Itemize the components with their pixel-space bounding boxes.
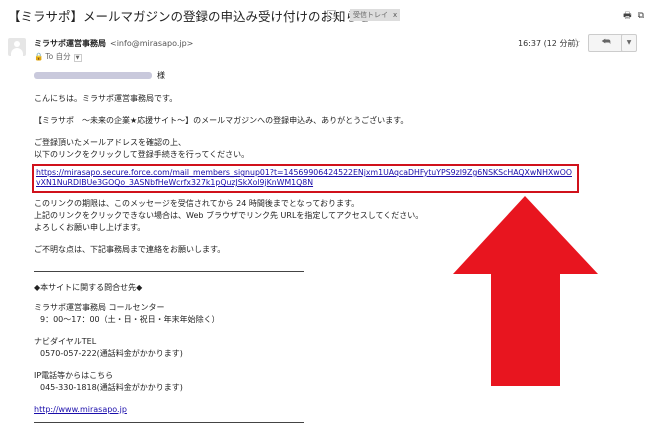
navi-dial-label: ナビダイヤルTEL [34, 337, 97, 346]
confirm-text-1: ご登録頂いたメールアドレスを確認の上、 [34, 138, 186, 147]
call-center-name: ミラサポ運営事務局 コールセンター [34, 303, 165, 312]
label-chip-text: 受信トレイ [353, 11, 388, 19]
email-subject: 【ミラサポ】メールマガジンの登録の申込み受け付けのお知らせ [8, 9, 371, 24]
to-name: 自分 [55, 52, 71, 61]
important-marker-icon[interactable] [327, 10, 336, 19]
top-toolbar: 🖶 ⧉ [617, 8, 644, 24]
recipient-line: 🔒 To 自分 ▼ [34, 51, 82, 62]
received-time: 16:37 (12 分前) [518, 39, 579, 48]
salutation-suffix: 様 [157, 71, 165, 80]
label-remove-icon[interactable]: x [393, 11, 397, 19]
thanks-text: 【ミラサポ ～未来の企業★応援サイト～】のメールマガジンへの登録申込み、ありがと… [34, 116, 409, 125]
navi-dial-number: 0570-057-222(通話料金がかかります) [40, 349, 183, 358]
site-url-link[interactable]: http://www.mirasapo.jp [34, 404, 127, 416]
expiry-text-2: 上記のリンクをクリックできない場合は、Web ブラウザでリンク先 URLを指定し… [34, 211, 424, 220]
sender-name[interactable]: ミラサポ運営事務局 [34, 39, 106, 48]
inbox-label-chip[interactable]: 受信トレイ x [350, 9, 401, 21]
reply-icon: ⮪ [601, 37, 611, 48]
print-icon[interactable]: 🖶 [623, 11, 632, 21]
sender-avatar [8, 38, 26, 56]
contact-note: ご不明な点は、下記事務局まで連絡をお願いします。 [34, 245, 226, 254]
sender-line: ミラサポ運営事務局 <info@mirasapo.jp> [34, 38, 193, 49]
greeting-text: こんにちは。ミラサポ運営事務局です。 [34, 94, 178, 103]
recipient-name-redacted [34, 72, 152, 79]
ip-phone-label: IP電話等からはこちら [34, 371, 114, 380]
reply-button[interactable]: ⮪ [588, 34, 624, 52]
lock-icon: 🔒 [34, 52, 44, 61]
call-center-hours: 9：00～17：00（土・日・祝日・年末年始除く） [40, 315, 220, 324]
arrow-shape [453, 196, 598, 386]
to-prefix: To [45, 52, 54, 61]
divider-top [34, 271, 304, 272]
avatar-head [14, 41, 20, 47]
more-caret-icon: ▼ [626, 39, 632, 46]
subject-bar: 【ミラサポ】メールマガジンの登録の申込み受け付けのお知らせ 受信トレイ x 🖶 ⧉ [0, 0, 650, 30]
signup-confirm-link[interactable]: https://mirasapo.secure.force.com/mail_m… [36, 168, 576, 188]
confirm-text-2: 以下のリンクをクリックして登録手続きを行ってください。 [34, 150, 250, 159]
details-caret-icon[interactable]: ▼ [73, 54, 82, 62]
avatar-body [11, 48, 23, 56]
expiry-text-3: よろしくお願い申し上げます。 [34, 223, 146, 232]
red-up-arrow-icon [453, 196, 598, 386]
more-actions-button[interactable]: ▼ [621, 34, 637, 52]
expiry-text-1: このリンクの期限は、このメッセージを受信されてから 24 時間後までとなっており… [34, 199, 360, 208]
inquiry-heading: ◆本サイトに関する問合せ先◆ [34, 283, 143, 292]
sender-email: <info@mirasapo.jp> [110, 39, 194, 48]
new-window-icon[interactable]: ⧉ [638, 11, 644, 21]
ip-phone-number: 045-330-1818(通話料金がかかります) [40, 383, 183, 392]
divider-bottom [34, 422, 304, 423]
star-icon[interactable]: ☆ [571, 36, 581, 49]
